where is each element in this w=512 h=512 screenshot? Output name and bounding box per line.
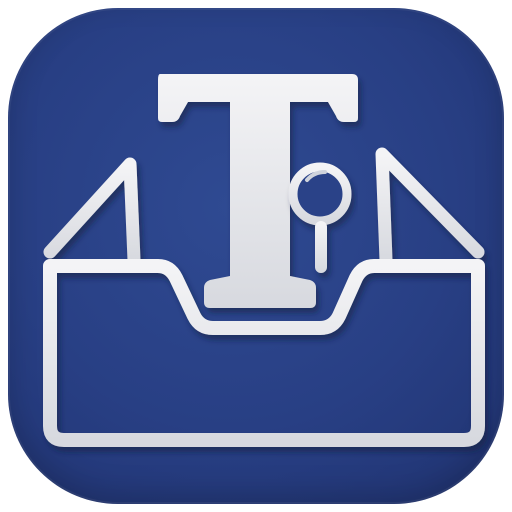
app-icon-glyph [43, 74, 485, 447]
app-icon[interactable] [8, 8, 504, 504]
magnifier-icon [288, 162, 352, 273]
